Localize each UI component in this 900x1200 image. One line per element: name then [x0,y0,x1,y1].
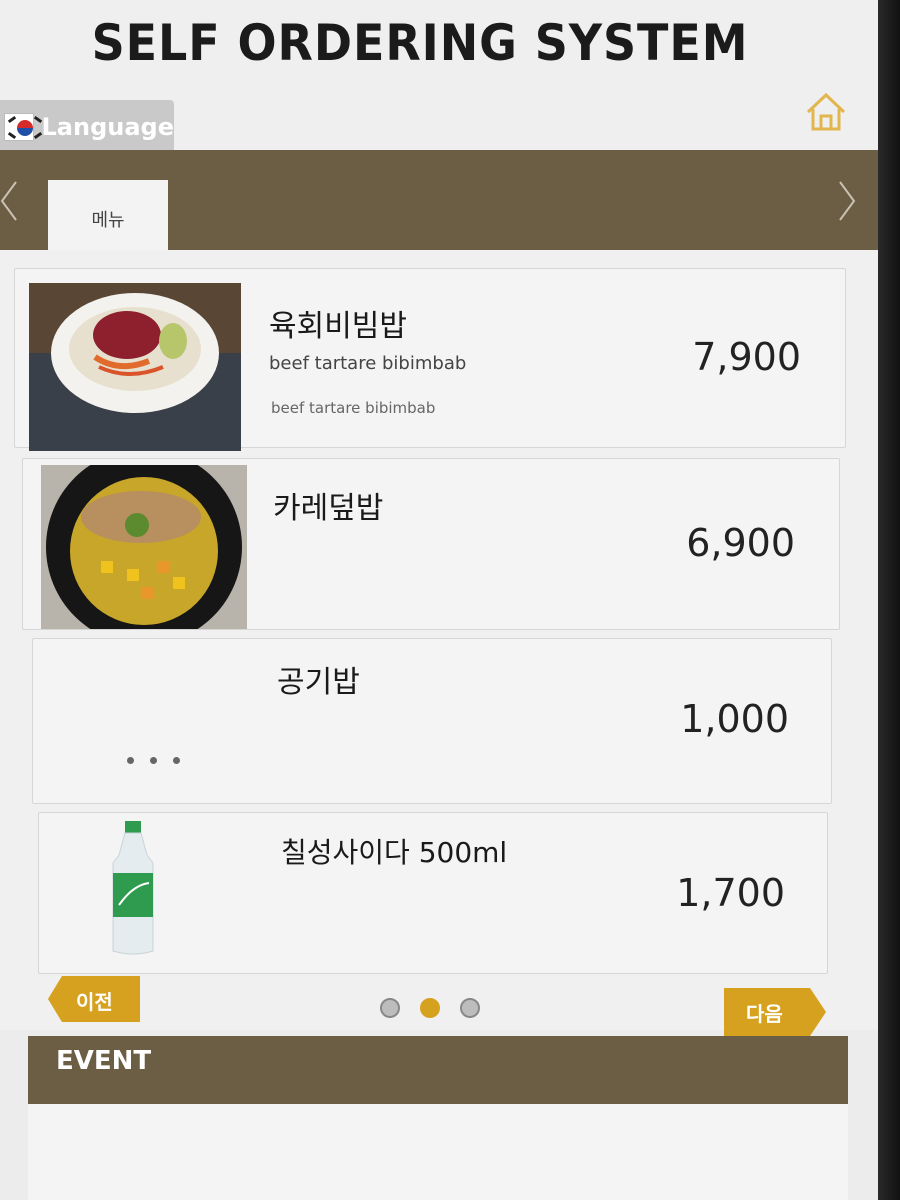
next-page-button[interactable]: 다음 [724,988,826,1036]
tab-menu[interactable]: 메뉴 [48,180,168,258]
item-price: 1,000 [680,697,789,741]
header: SELF ORDERING SYSTEM Language [0,0,878,154]
event-label: EVENT [56,1046,152,1076]
item-subtitle: beef tartare bibimbab [269,353,467,374]
item-price: 6,900 [686,521,795,565]
event-content-area [28,1104,848,1200]
tab-menu-label: 메뉴 [91,210,125,231]
kiosk-screen: SELF ORDERING SYSTEM Language 메뉴 육회비빔밥 b… [0,0,878,1200]
event-bar: EVENT [28,1036,848,1104]
menu-item-beef-tartare-bibimbab[interactable]: 육회비빔밥 beef tartare bibimbab beef tartare… [14,268,846,451]
image-placeholder-dots [127,757,180,764]
beef-tartare-bibimbab-image [29,283,241,451]
prev-page-button[interactable]: 이전 [48,976,140,1022]
language-label: Language [41,113,175,141]
next-page-label: 다음 [746,1002,783,1026]
menu-item-cider[interactable]: 칠성사이다 500ml 1,700 [38,812,828,974]
menu-item-rice-bowl[interactable]: 공기밥 1,000 [32,638,832,804]
page-title: SELF ORDERING SYSTEM [91,14,749,72]
item-price: 1,700 [676,871,785,915]
item-description: beef tartare bibimbab [271,399,436,417]
page-dot-1[interactable] [380,998,400,1018]
page-dot-2-active[interactable] [420,998,440,1018]
item-name: 공기밥 [277,665,360,700]
chevron-left-icon[interactable] [0,178,24,224]
category-tabbar: 메뉴 [0,150,878,258]
item-name: 카레덮밥 [273,491,384,526]
curry-rice-image [41,465,247,629]
page-dot-3[interactable] [460,998,480,1018]
korea-flag-icon [4,113,43,141]
item-name: 칠성사이다 500ml [281,836,508,869]
prev-page-label: 이전 [76,990,113,1014]
menu-item-curry-rice[interactable]: 카레덮밥 6,900 [22,458,840,630]
cider-bottle-image [105,821,161,955]
page-indicator [380,998,480,1018]
language-button[interactable]: Language [0,100,174,154]
device-bezel [878,0,900,1200]
home-icon[interactable] [804,90,848,134]
item-price: 7,900 [692,335,801,379]
item-name: 육회비빔밥 [269,309,407,344]
chevron-right-icon[interactable] [832,178,862,224]
